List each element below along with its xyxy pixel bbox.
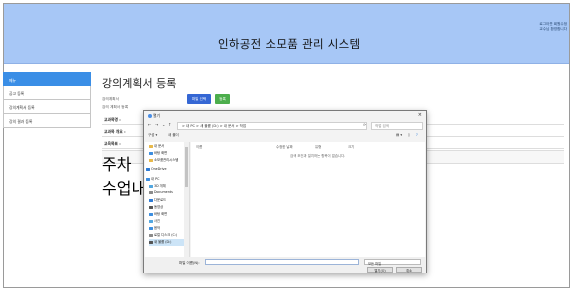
navigation-bar: ← → ⌄ ↑ > 내 PC > 새 볼륨 (D:) > 내 문서 > 작업 ⟳… [144, 121, 426, 131]
user-box: 로그아웃 회원수정 교수님 환영합니다 [539, 22, 567, 32]
welcome-text: 교수님 환영합니다 [539, 27, 567, 31]
header-bar: 인하공전 소모품 관리 시스템 로그아웃 회원수정 교수님 환영합니다 [4, 4, 569, 64]
cloud-icon [146, 167, 150, 171]
chrome-icon [148, 113, 152, 118]
dialog-title: 열기 [148, 113, 160, 119]
search-placeholder: 작업 검색 [375, 124, 389, 128]
drive-icon [149, 233, 153, 237]
view-options-icon[interactable]: ▤ ▾ [396, 133, 402, 137]
tree-item-pictures[interactable]: 사진 [149, 218, 160, 225]
dialog-footer: 파일 이름(N): 모든 파일 열기(O) 취소 [144, 257, 426, 273]
preview-pane-icon[interactable]: ▯ [408, 133, 410, 137]
empty-message: 검색 조건과 일치하는 항목이 없습니다. [290, 154, 346, 158]
folder-icon [149, 212, 153, 216]
help-icon[interactable]: ? [416, 133, 418, 137]
close-icon[interactable]: × [418, 112, 422, 118]
column-type[interactable]: 유형 [315, 144, 321, 149]
tree-item-volume-d[interactable]: 새 볼륨 (D:) [149, 239, 187, 246]
computer-icon [146, 177, 150, 181]
sidebar: 메뉴 공고 등록 강의계획서 등록 강의 결과 등록 [3, 72, 91, 128]
dialog-title-text: 열기 [153, 113, 160, 118]
plan-label: 강의 계획서 등록 [102, 105, 129, 109]
file-list: 이름 수정한 날짜 유형 크기 검색 조건과 일치하는 항목이 없습니다. [191, 142, 425, 257]
filename-label: 파일 이름(N): [179, 261, 200, 265]
drive-icon [149, 240, 153, 244]
column-name[interactable]: 이름 [196, 144, 202, 149]
file-label: 강의계획서 [102, 97, 119, 101]
tree-item-videos[interactable]: 동영상 [149, 204, 163, 211]
address-path: > 내 PC > 새 볼륨 (D:) > 내 문서 > 작업 [182, 124, 247, 128]
sidebar-item-syllabus[interactable]: 강의계획서 등록 [3, 100, 91, 114]
picture-icon [149, 219, 153, 223]
folder-tree: 내 문서 바탕 화면 소모품관리시스템 OneDrive 내 PC 3D 개체 … [145, 142, 190, 257]
search-input[interactable]: 작업 검색 [371, 122, 423, 130]
tree-item-3d-objects[interactable]: 3D 개체 [149, 183, 166, 190]
tree-item-desktop-2[interactable]: 바탕 화면 [149, 211, 167, 218]
document-icon [149, 190, 153, 194]
chevron-down-icon[interactable]: ⌄ [162, 122, 165, 127]
register-button[interactable]: 등록 [215, 94, 230, 104]
tree-item-desktop[interactable]: 바탕 화면 [149, 150, 167, 157]
tree-item-music[interactable]: 음악 [149, 225, 160, 232]
tree-scrollbar[interactable] [184, 142, 189, 257]
sidebar-item-notice[interactable]: 공고 등록 [3, 86, 91, 100]
dialog-toolbar: 구성 ▾ 새 폴더 ▤ ▾ ▯ ? [144, 132, 426, 141]
select-file-button[interactable]: 파일 선택 [187, 94, 211, 104]
tree-item-onedrive[interactable]: OneDrive [146, 167, 167, 174]
tree-item-this-pc[interactable]: 내 PC [146, 176, 159, 183]
column-size[interactable]: 크기 [348, 144, 354, 149]
tree-item-documents[interactable]: Documents [149, 190, 173, 197]
tree-scrollbar-thumb[interactable] [185, 147, 188, 187]
folder-icon [149, 144, 153, 148]
tree-item-my-documents[interactable]: 내 문서 [149, 143, 164, 150]
sidebar-item-menu[interactable]: 메뉴 [3, 72, 91, 86]
filetype-select[interactable]: 모든 파일 [364, 259, 421, 266]
download-icon [149, 198, 153, 202]
filename-input[interactable] [205, 259, 359, 265]
video-icon [149, 205, 153, 209]
cancel-button[interactable]: 취소 [396, 266, 422, 273]
tree-item-local-disk-c[interactable]: 로컬 디스크 (C:) [149, 232, 177, 239]
page-title: 강의계획서 등록 [102, 77, 177, 90]
sidebar-item-results[interactable]: 강의 결과 등록 [3, 114, 91, 128]
cube-icon [149, 184, 153, 188]
refresh-icon[interactable]: ⟳ [363, 123, 366, 127]
up-arrow-icon[interactable]: ↑ [168, 122, 171, 127]
tree-item-project[interactable]: 소모품관리시스템 [149, 157, 178, 164]
app-title: 인하공전 소모품 관리 시스템 [218, 37, 361, 51]
column-date[interactable]: 수정한 날짜 [276, 144, 293, 149]
tree-item-downloads[interactable]: 다운로드 [149, 197, 166, 204]
organize-button[interactable]: 구성 ▾ [148, 133, 157, 138]
back-arrow-icon[interactable]: ← [148, 122, 151, 127]
music-icon [149, 226, 153, 230]
folder-icon [149, 158, 153, 162]
new-folder-button[interactable]: 새 폴더 [168, 133, 179, 138]
forward-arrow-icon[interactable]: → [155, 122, 158, 127]
folder-icon [149, 151, 153, 155]
open-button[interactable]: 열기(O) [367, 266, 393, 273]
address-bar[interactable]: > 내 PC > 새 볼륨 (D:) > 내 문서 > 작업 ⟳ [177, 122, 367, 130]
open-file-dialog: 열기 × ← → ⌄ ↑ > 내 PC > 새 볼륨 (D:) > 내 문서 >… [143, 110, 427, 273]
